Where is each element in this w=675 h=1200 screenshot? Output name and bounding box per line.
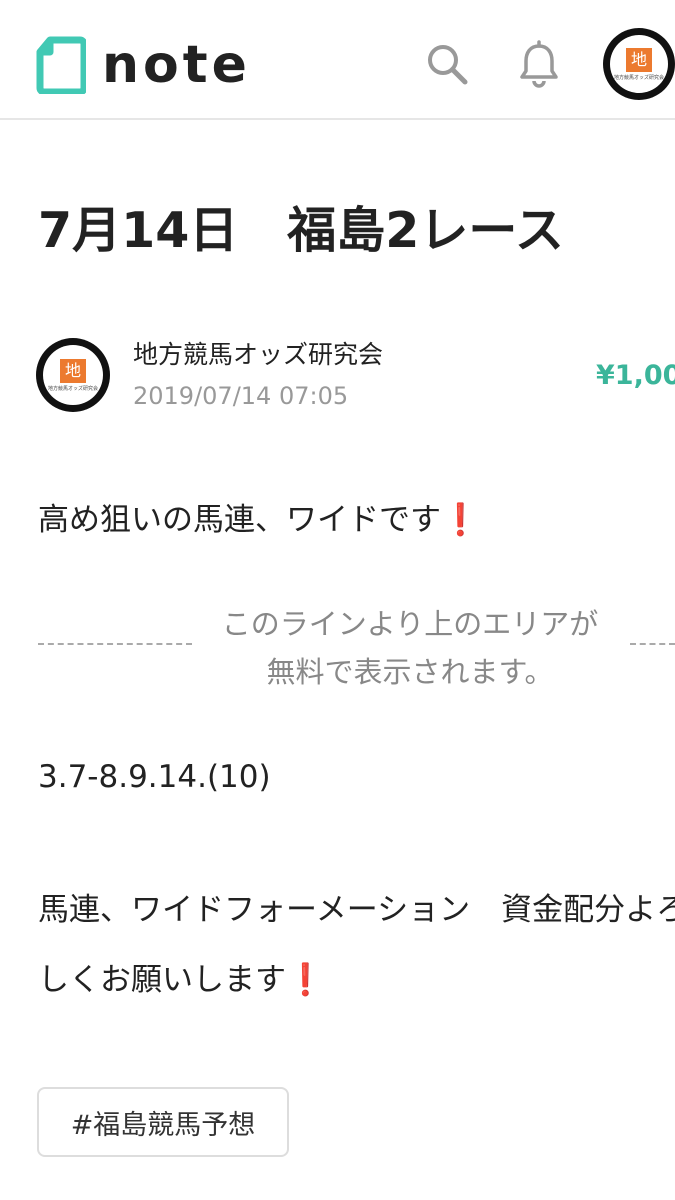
avatar-image: 地 地方競馬オッズ研究会 <box>610 35 668 93</box>
exclamation-icon: ❗ <box>286 962 325 998</box>
logo-text: note <box>102 35 251 95</box>
note-logo[interactable]: note <box>36 36 251 94</box>
body-text-line2: しくお願いします❗ <box>38 955 325 1005</box>
post-date: 2019/07/14 07:05 <box>133 382 349 410</box>
note-logo-icon <box>36 36 86 94</box>
author-avatar[interactable]: 地 地方競馬オッズ研究会 <box>36 338 110 412</box>
avatar-badge: 地 <box>626 47 652 72</box>
author-name-link[interactable]: 地方競馬オッズ研究会 <box>133 337 383 373</box>
notifications-button[interactable] <box>515 40 563 88</box>
body-text-line1: 馬連、ワイドフォーメーション 資金配分よろ <box>38 892 675 928</box>
intro-text: 高め狙いの馬連、ワイドです❗ <box>38 495 480 545</box>
author-avatar-image: 地 地方競馬オッズ研究会 <box>43 345 103 405</box>
paywall-notice-line2: 無料で表示されます。 <box>266 655 554 689</box>
article-title: 7月14日 福島2レース <box>38 202 564 259</box>
search-button[interactable] <box>423 40 471 88</box>
race-numbers: 3.7-8.9.14.(10) <box>38 759 271 795</box>
paywall-line-left <box>38 643 192 645</box>
page: note 地 地方競馬オッズ研究会 7月14日 福島2レース 地 地方競馬オッズ… <box>0 0 675 1200</box>
author-avatar-caption: 地方競馬オッズ研究会 <box>47 385 98 392</box>
bell-icon <box>520 40 558 88</box>
avatar-caption: 地方競馬オッズ研究会 <box>613 74 664 81</box>
intro-text-content: 高め狙いの馬連、ワイドです <box>38 502 441 538</box>
author-avatar-badge: 地 <box>60 358 86 383</box>
body-text-line2-content: しくお願いします <box>38 962 286 998</box>
user-avatar-button[interactable]: 地 地方競馬オッズ研究会 <box>603 28 675 100</box>
exclamation-icon: ❗ <box>441 502 480 538</box>
price-label: ¥1,000 <box>596 360 675 391</box>
paywall-line-right <box>630 643 675 645</box>
paywall-notice: このラインより上のエリアが 無料で表示されます。 <box>200 600 620 696</box>
paywall-notice-line1: このラインより上のエリアが <box>221 607 599 641</box>
hashtag-chip[interactable]: #福島競馬予想 <box>37 1087 289 1157</box>
search-icon <box>428 45 468 85</box>
top-header: note 地 地方競馬オッズ研究会 <box>0 0 675 120</box>
